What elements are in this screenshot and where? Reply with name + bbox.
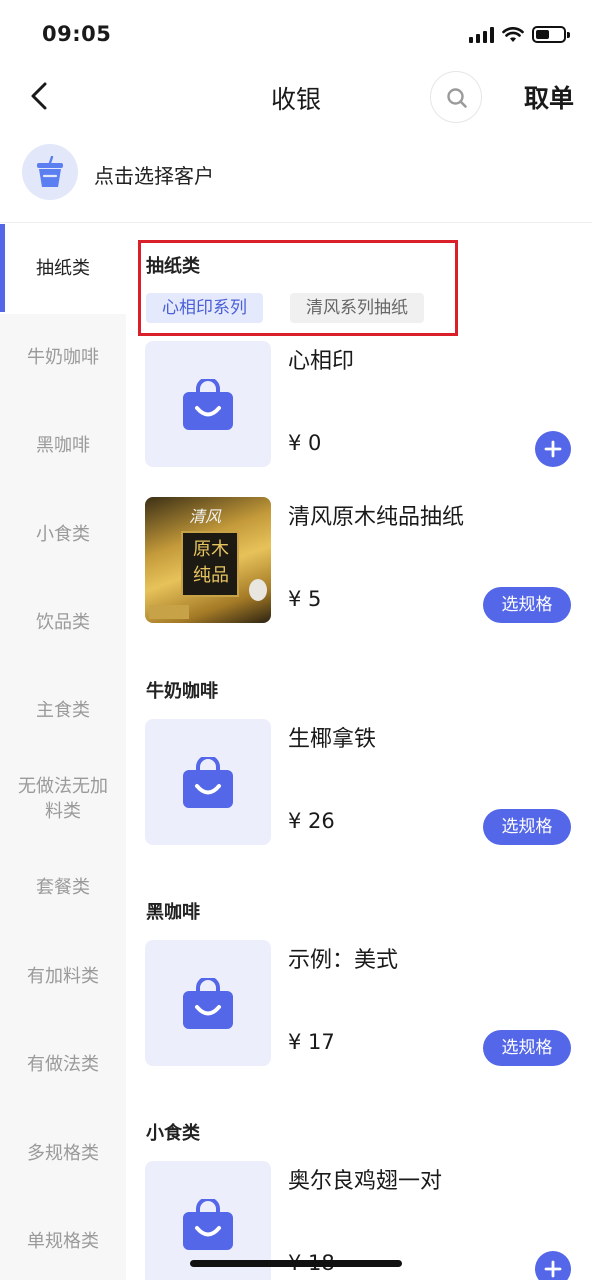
signal-icon [469, 26, 494, 43]
add-to-cart-button[interactable] [535, 431, 571, 467]
product-photo-brand: 清风 [189, 507, 222, 526]
shopping-bag-icon [183, 379, 233, 430]
product-price: ¥ 0 [288, 431, 322, 455]
cup-icon [37, 156, 63, 187]
avatar [22, 144, 78, 200]
shopping-bag-icon [183, 1199, 233, 1250]
product-name: 示例：美式 [288, 948, 399, 973]
status-icons [469, 26, 570, 43]
select-spec-button[interactable]: 选规格 [483, 809, 571, 845]
add-to-cart-button[interactable] [535, 1251, 571, 1280]
status-time: 09:05 [42, 22, 112, 46]
battery-icon [532, 26, 570, 43]
product-image [145, 719, 271, 845]
sidebar-item-with-methods[interactable]: 有做法类 [0, 1020, 126, 1108]
section-title: 小食类 [146, 1123, 200, 1144]
select-customer-row[interactable]: 点击选择客户 [0, 140, 592, 210]
product-photo-text: 原木纯品 [193, 539, 229, 586]
sidebar-item-snacks[interactable]: 小食类 [0, 490, 126, 578]
section-title: 牛奶咖啡 [146, 681, 218, 702]
product-photo: 清风 原木纯品 [145, 497, 271, 623]
retrieve-order-button[interactable]: 取单 [524, 79, 574, 115]
sidebar-item-single-spec[interactable]: 单规格类 [0, 1197, 126, 1280]
select-spec-button[interactable]: 选规格 [483, 587, 571, 623]
status-bar: 09:05 [0, 0, 592, 70]
shopping-bag-icon [183, 978, 233, 1029]
sidebar-item-combo[interactable]: 套餐类 [0, 843, 126, 931]
sidebar-item-tissue[interactable]: 抽纸类 [0, 224, 126, 312]
plus-icon [544, 440, 562, 458]
product-name: 奥尔良鸡翅一对 [288, 1169, 443, 1194]
search-icon [447, 88, 467, 108]
product-name: 生椰拿铁 [288, 727, 377, 752]
wifi-icon [502, 26, 524, 42]
sidebar-item-staple-food[interactable]: 主食类 [0, 666, 126, 754]
product-price: ¥ 5 [288, 587, 322, 611]
plus-icon [544, 1260, 562, 1278]
section-title: 黑咖啡 [146, 902, 200, 923]
select-spec-button[interactable]: 选规格 [483, 1030, 571, 1066]
home-indicator [190, 1260, 402, 1267]
select-customer-label: 点击选择客户 [94, 164, 214, 188]
product-image [145, 940, 271, 1066]
shopping-bag-icon [183, 757, 233, 808]
sidebar-item-drinks[interactable]: 饮品类 [0, 578, 126, 666]
product-image [145, 341, 271, 467]
highlight-annotation-box [138, 240, 458, 336]
product-name: 心相印 [288, 349, 355, 374]
product-price: ¥ 26 [288, 809, 335, 833]
search-button[interactable] [430, 71, 482, 123]
product-card[interactable]: 生椰拿铁 ¥ 26 选规格 [145, 719, 575, 847]
sidebar-item-no-options[interactable]: 无做法无加料类 [0, 755, 126, 843]
divider [0, 222, 592, 223]
product-card[interactable]: 清风 原木纯品 清风原木纯品抽纸 ¥ 5 选规格 [145, 497, 575, 625]
product-card[interactable]: 示例：美式 ¥ 17 选规格 [145, 940, 575, 1068]
nav-bar: 收银 取单 [0, 70, 592, 123]
sidebar-item-milk-coffee[interactable]: 牛奶咖啡 [0, 313, 126, 401]
product-card[interactable]: 心相印 ¥ 0 [145, 341, 575, 469]
sidebar-item-multi-spec[interactable]: 多规格类 [0, 1109, 126, 1197]
sidebar-item-with-addons[interactable]: 有加料类 [0, 932, 126, 1020]
sidebar-item-black-coffee[interactable]: 黑咖啡 [0, 401, 126, 489]
category-sidebar: 抽纸类 牛奶咖啡 黑咖啡 小食类 饮品类 主食类 无做法无加料类 套餐类 有加料… [0, 224, 126, 1280]
page-title: 收银 [270, 85, 321, 114]
product-name: 清风原木纯品抽纸 [288, 505, 465, 530]
product-price: ¥ 17 [288, 1030, 335, 1054]
